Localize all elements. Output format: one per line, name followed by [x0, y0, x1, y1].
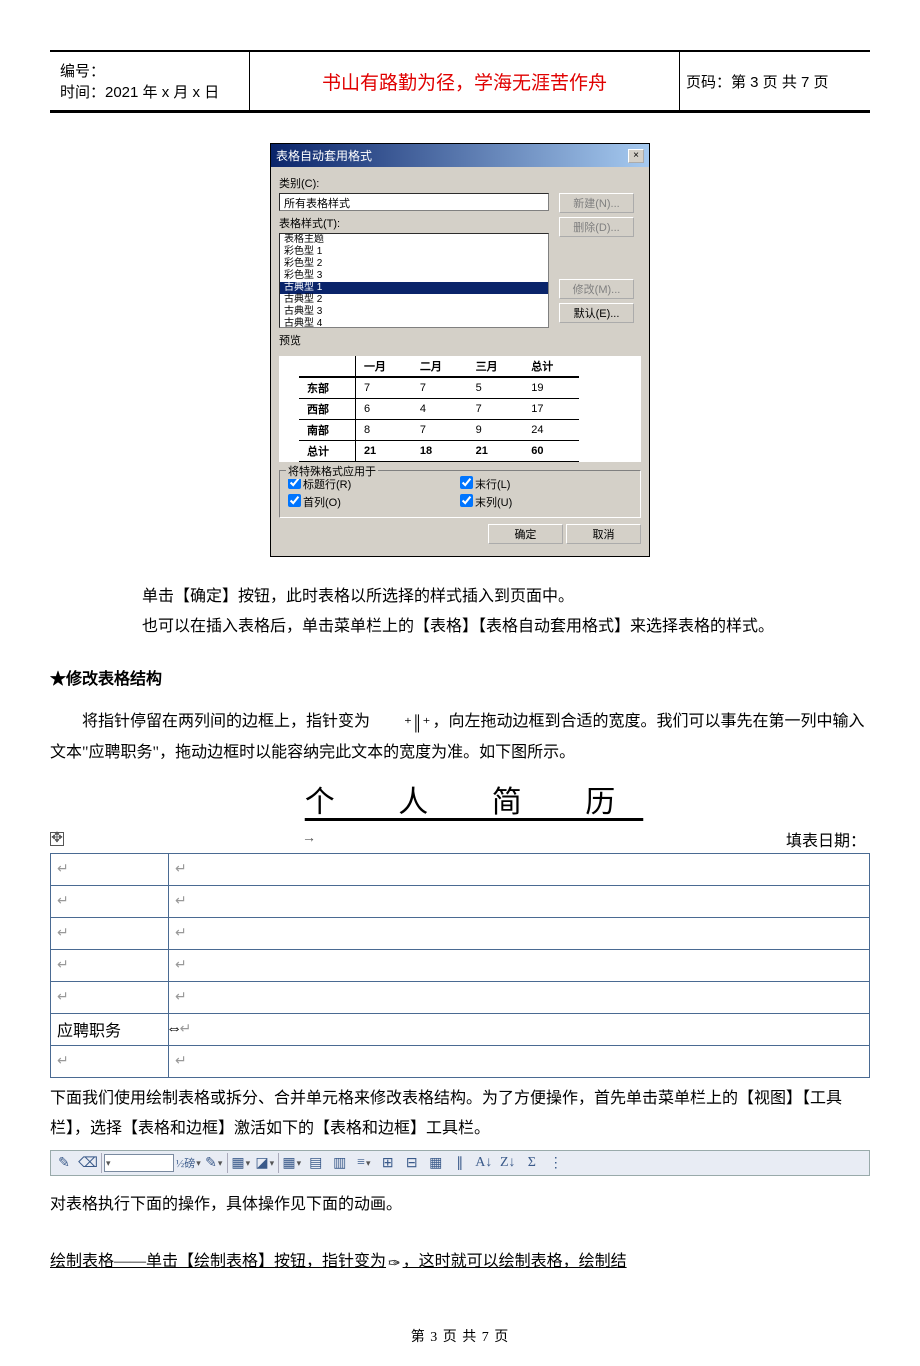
heading-modify-struct: ★修改表格结构: [50, 665, 870, 689]
para3a: 将指针停留在两列间的边框上，指针变为: [82, 713, 370, 730]
align-icon[interactable]: ≡: [353, 1152, 375, 1174]
header-page: 页码：第 3 页 共 7 页: [680, 52, 870, 110]
fill-date-label: 填表日期：: [786, 827, 866, 851]
page-content: 表格自动套用格式 × 类别(C): 所有表格样式 表格样式(T): 表格主题彩色…: [0, 113, 920, 1298]
para6a: 绘制表格——单击【绘制表格】按钮，指针变为: [50, 1253, 386, 1270]
para-draw-step: 绘制表格——单击【绘制表格】按钮，指针变为✑，这时就可以绘制表格，绘制结: [50, 1247, 870, 1279]
styles-label: 表格样式(T):: [279, 215, 549, 231]
chk-lastrow-label: 末行(L): [475, 479, 510, 491]
category-label: 类别(C):: [279, 175, 641, 191]
para-use-draw: 下面我们使用绘制表格或拆分、合并单元格来修改表格结构。为了方便操作，首先单击菜单…: [50, 1084, 870, 1145]
resume-title: 个 人 简 历: [50, 777, 870, 821]
toolbar-options-icon[interactable]: ⋮: [545, 1152, 567, 1174]
para-aftermenu: 也可以在插入表格后，单击菜单栏上的【表格】【表格自动套用格式】来选择表格的样式。: [142, 612, 870, 642]
doc-no: 编号：: [60, 60, 239, 81]
job-title-cell: 应聘职务: [51, 1013, 169, 1045]
draw-table-icon[interactable]: ✎: [53, 1152, 75, 1174]
dialog-titlebar: 表格自动套用格式 ×: [271, 144, 649, 167]
pen-color-icon[interactable]: ✎: [203, 1152, 225, 1174]
cancel-button[interactable]: 取消: [566, 524, 641, 544]
text-direction-icon[interactable]: ∥: [449, 1152, 471, 1174]
apply-group: 将特殊格式应用于 标题行(R) 末行(L) 首列(O) 末列(U): [279, 470, 641, 518]
tables-borders-toolbar: ✎ ⌫ ½磅 ✎ ▦ ◪ ▦ ▤ ▥ ≡ ⊞ ⊟ ▦ ∥ A↓ Z↓ Σ ⋮: [50, 1150, 870, 1176]
dialog-screenshot: 表格自动套用格式 × 类别(C): 所有表格样式 表格样式(T): 表格主题彩色…: [50, 143, 870, 557]
para6b: ，这时就可以绘制表格，绘制结: [403, 1253, 627, 1270]
delete-button[interactable]: 删除(D)...: [559, 217, 634, 237]
line-style-select[interactable]: [104, 1154, 174, 1172]
chk-heading-label: 标题行(R): [303, 479, 351, 491]
chk-lastrow[interactable]: [460, 476, 473, 489]
header-row: 编号： 时间：2021 年 x 月 x 日 书山有路勤为径，学海无涯苦作舟 页码…: [50, 52, 870, 112]
resize-cursor-icon: ⁺║⁺: [370, 710, 432, 739]
line-weight-select[interactable]: ½磅: [176, 1152, 201, 1174]
chk-firstcol[interactable]: [288, 494, 301, 507]
autoformat-dialog: 表格自动套用格式 × 类别(C): 所有表格样式 表格样式(T): 表格主题彩色…: [270, 143, 650, 557]
para-exec-ops: 对表格执行下面的操作，具体操作见下面的动画。: [50, 1190, 870, 1220]
page-footer: 第 3 页 共 7 页: [0, 1326, 920, 1346]
autosum-icon[interactable]: Σ: [521, 1152, 543, 1174]
ok-button[interactable]: 确定: [488, 524, 563, 544]
header-motto: 书山有路勤为径，学海无涯苦作舟: [250, 52, 680, 110]
para-confirm: 单击【确定】按钮，此时表格以所选择的样式插入到页面中。: [142, 582, 870, 612]
shading-icon[interactable]: ◪: [254, 1152, 276, 1174]
autoformat-icon[interactable]: ▦: [425, 1152, 447, 1174]
styles-listbox[interactable]: 表格主题彩色型 1彩色型 2彩色型 3古典型 1古典型 2古典型 3古典型 4简…: [279, 233, 549, 328]
modify-button[interactable]: 修改(M)...: [559, 279, 634, 299]
border-icon[interactable]: ▦: [230, 1152, 252, 1174]
after-dialog-block: 单击【确定】按钮，此时表格以所选择的样式插入到页面中。 也可以在插入表格后，单击…: [142, 582, 870, 643]
para-drag-border: 将指针停留在两列间的边框上，指针变为⁺║⁺，向左拖动边框到合适的宽度。我们可以事…: [50, 707, 870, 769]
eraser-icon[interactable]: ⌫: [77, 1152, 99, 1174]
close-icon[interactable]: ×: [628, 149, 644, 163]
resume-figure: 个 人 简 历 ✥ → 填表日期： ↵↵ ↵↵ ↵↵ ↵↵ ↵↵ 应聘职务·↵ …: [50, 777, 870, 1078]
distribute-cols-icon[interactable]: ⊟: [401, 1152, 423, 1174]
split-cells-icon[interactable]: ▥: [329, 1152, 351, 1174]
pencil-icon: ✑: [386, 1250, 403, 1279]
chk-lastcol[interactable]: [460, 494, 473, 507]
table-move-handle-icon: ✥: [50, 832, 64, 846]
distribute-rows-icon[interactable]: ⊞: [377, 1152, 399, 1174]
preview-label: 预览: [279, 332, 549, 348]
new-button[interactable]: 新建(N)...: [559, 193, 634, 213]
doc-time: 时间：2021 年 x 月 x 日: [60, 81, 239, 102]
chk-lastcol-label: 末列(U): [475, 497, 512, 509]
dialog-title-text: 表格自动套用格式: [276, 147, 372, 164]
resume-table: ↵↵ ↵↵ ↵↵ ↵↵ ↵↵ 应聘职务·↵ ↵↵: [50, 853, 870, 1078]
insert-table-icon[interactable]: ▦: [281, 1152, 303, 1174]
category-select[interactable]: 所有表格样式: [279, 193, 549, 211]
header-left: 编号： 时间：2021 年 x 月 x 日: [50, 52, 250, 110]
apply-group-title: 将特殊格式应用于: [286, 463, 378, 479]
sort-desc-icon[interactable]: Z↓: [497, 1152, 519, 1174]
merge-cells-icon[interactable]: ▤: [305, 1152, 327, 1174]
preview-table: 一月二月三月总计东部77519西部64717南部87924总计21182160: [279, 356, 641, 462]
sort-asc-icon[interactable]: A↓: [473, 1152, 495, 1174]
chk-firstcol-label: 首列(O): [303, 497, 341, 509]
tab-arrow-icon: →: [302, 831, 316, 847]
header-frame: 编号： 时间：2021 年 x 月 x 日 书山有路勤为径，学海无涯苦作舟 页码…: [50, 50, 870, 113]
default-button[interactable]: 默认(E)...: [559, 303, 634, 323]
